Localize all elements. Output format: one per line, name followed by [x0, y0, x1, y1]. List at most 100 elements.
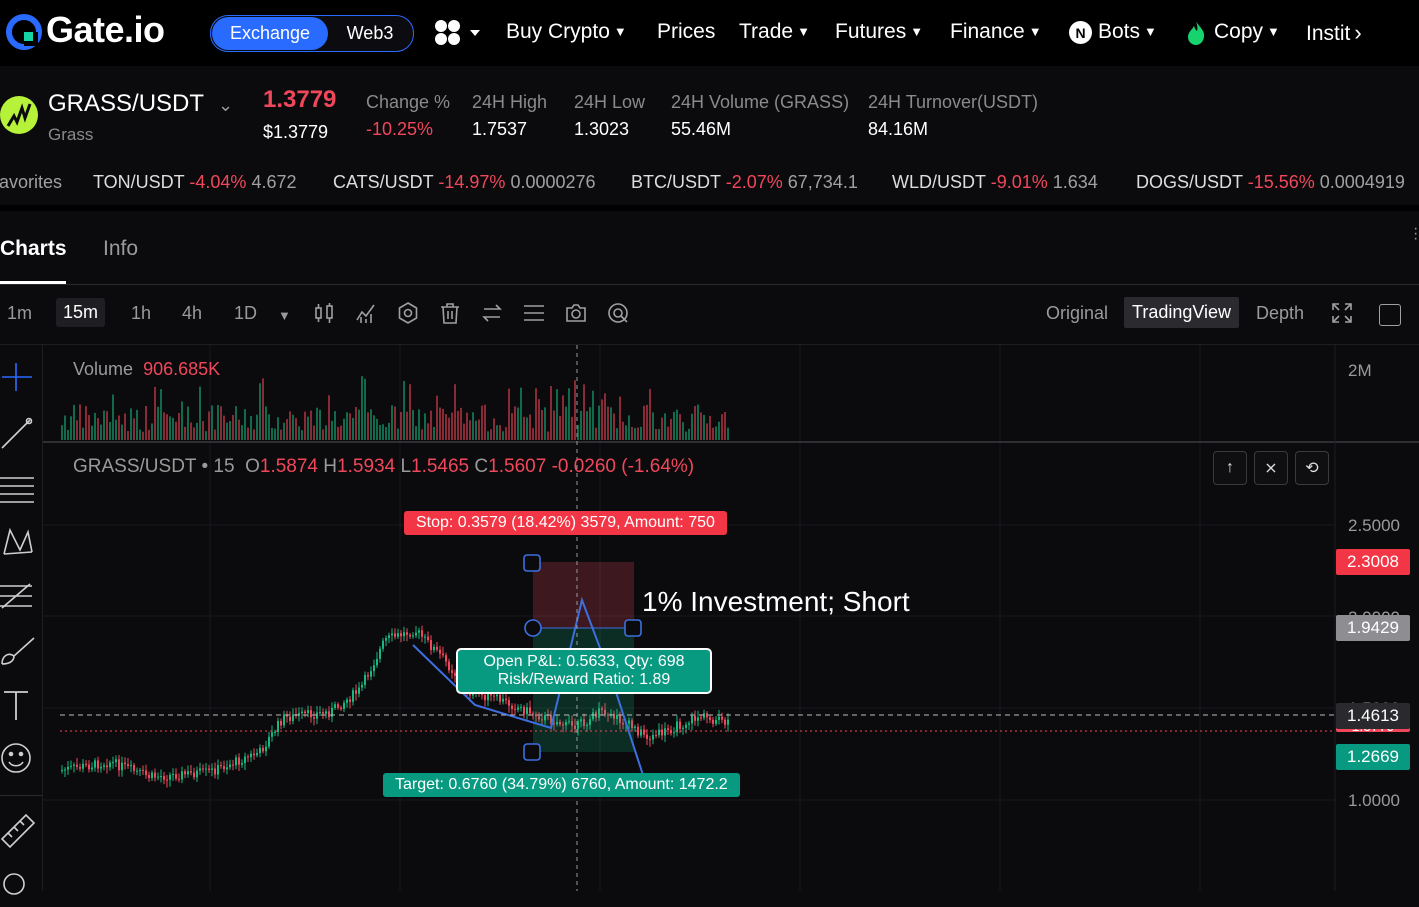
candle-body [505, 698, 507, 701]
favorite-item[interactable]: WLD/USDT -9.01% 1.634 [892, 172, 1098, 193]
interval-4h[interactable]: 4h [182, 303, 202, 324]
volume-legend: Volume 906.685K [73, 359, 221, 379]
volume-bar [673, 411, 675, 440]
volume-bar [88, 415, 90, 440]
volume-bar [235, 406, 237, 440]
favorite-item[interactable]: BTC/USDT -2.07% 67,734.1 [631, 172, 858, 193]
volume-bar [391, 405, 393, 440]
candle-body [496, 694, 498, 697]
pair-selector[interactable]: GRASS/USDT ⌄ [48, 90, 233, 118]
collapse-icon[interactable]: ⨯ [1254, 451, 1288, 485]
trash-icon[interactable] [439, 302, 461, 324]
nav-finance[interactable]: Finance ▼ [950, 20, 1042, 44]
exchange-web3-switch[interactable]: Exchange Web3 [210, 15, 414, 52]
fib-icon[interactable] [0, 578, 36, 614]
nav-copy[interactable]: Copy ▼ [1214, 20, 1280, 44]
nav-futures[interactable]: Futures ▼ [835, 20, 923, 44]
volume-bar [595, 427, 597, 440]
interval-1m[interactable]: 1m [7, 303, 32, 324]
settings-icon[interactable] [397, 302, 419, 324]
brush-icon[interactable] [0, 632, 36, 668]
volume-bar [199, 386, 201, 440]
arrow-up-icon[interactable]: ↑ [1213, 451, 1247, 485]
volume-bar [523, 416, 525, 440]
volume-bar [685, 431, 687, 440]
pattern-icon[interactable] [0, 524, 36, 560]
fullscreen-icon[interactable] [1331, 302, 1353, 324]
nav-buy-crypto[interactable]: Buy Crypto ▼ [506, 20, 627, 44]
candle-body [430, 640, 432, 651]
ruler-icon[interactable] [0, 813, 36, 849]
volume-bar [646, 404, 648, 440]
camera-icon[interactable] [565, 302, 587, 324]
window-icon[interactable] [1379, 304, 1401, 326]
crosshair-icon[interactable] [0, 359, 36, 395]
trend-line-icon[interactable] [0, 416, 36, 452]
favorite-item[interactable]: CATS/USDT -14.97% 0.0000276 [333, 172, 596, 193]
candle-body [325, 711, 327, 714]
favorites-label[interactable]: Favorites [0, 172, 62, 193]
indicators-icon[interactable] [355, 302, 377, 324]
volume-bar [280, 429, 282, 440]
volume-bar [697, 404, 699, 440]
favorite-item[interactable]: TON/USDT -4.04% 4.672 [93, 172, 296, 193]
alert-icon[interactable] [607, 302, 629, 324]
volume-bar [247, 427, 249, 440]
volume-bar [175, 421, 177, 440]
zoom-icon[interactable] [0, 866, 36, 902]
volume-bar [127, 430, 129, 440]
text-tool-icon[interactable] [0, 688, 36, 724]
volume-bar [490, 429, 492, 440]
volume-bar [508, 388, 510, 440]
nav-bots[interactable]: Bots ▼ [1098, 20, 1157, 44]
candle-body [661, 729, 663, 736]
swap-icon[interactable] [481, 302, 503, 324]
volume-bar [568, 388, 570, 440]
chevron-down-icon[interactable]: ⌄ [218, 95, 233, 115]
nav-trade[interactable]: Trade ▼ [739, 20, 810, 44]
interval-15m[interactable]: 15m [56, 298, 106, 327]
list-icon[interactable] [523, 302, 545, 324]
volume-bar [319, 409, 321, 440]
candle-body [379, 648, 381, 659]
favorite-item[interactable]: DOGS/USDT -15.56% 0.0004919 [1136, 172, 1405, 193]
volume-bar [130, 408, 132, 440]
volume-bar [139, 429, 141, 440]
volume-bar [487, 431, 489, 440]
candle-body [82, 763, 84, 769]
volume-bar [559, 415, 561, 440]
web3-toggle[interactable]: Web3 [329, 17, 411, 50]
view-depth[interactable]: Depth [1256, 303, 1304, 324]
refresh-icon[interactable]: ⟲ [1295, 451, 1329, 485]
tab-charts[interactable]: Charts [0, 237, 67, 261]
interval-1h[interactable]: 1h [131, 303, 151, 324]
interval-dropdown-icon[interactable]: ▼ [278, 308, 291, 323]
candle-body [262, 747, 264, 752]
apps-grid-icon[interactable] [434, 19, 480, 47]
volume-bar [193, 427, 195, 440]
volume-bar [268, 414, 270, 440]
exchange-toggle[interactable]: Exchange [212, 17, 328, 50]
candle-body [214, 768, 216, 775]
price-chart[interactable] [43, 345, 1419, 891]
candle-type-icon[interactable] [313, 302, 335, 324]
nav-prices[interactable]: Prices [657, 20, 715, 44]
horizontal-lines-icon[interactable] [0, 470, 36, 506]
view-original[interactable]: Original [1046, 303, 1108, 324]
volume-bar [313, 425, 315, 440]
volume-bar [76, 420, 78, 440]
volume-bar [592, 390, 594, 440]
more-menu-icon[interactable]: · · · [1413, 221, 1418, 247]
candle-body [715, 719, 717, 724]
interval-1d[interactable]: 1D [234, 303, 257, 324]
text-annotation[interactable]: 1% Investment; Short [642, 586, 910, 618]
tab-info[interactable]: Info [103, 237, 138, 261]
gate-logo-icon[interactable] [6, 14, 42, 50]
candle-body [217, 765, 219, 775]
view-tradingview[interactable]: TradingView [1124, 297, 1240, 328]
nav-institutional[interactable]: Instit › [1306, 20, 1362, 46]
candle-body [484, 695, 486, 701]
volume-bar [619, 396, 621, 440]
emoji-icon[interactable] [0, 740, 36, 776]
logo-text[interactable]: Gate.io [46, 9, 165, 51]
